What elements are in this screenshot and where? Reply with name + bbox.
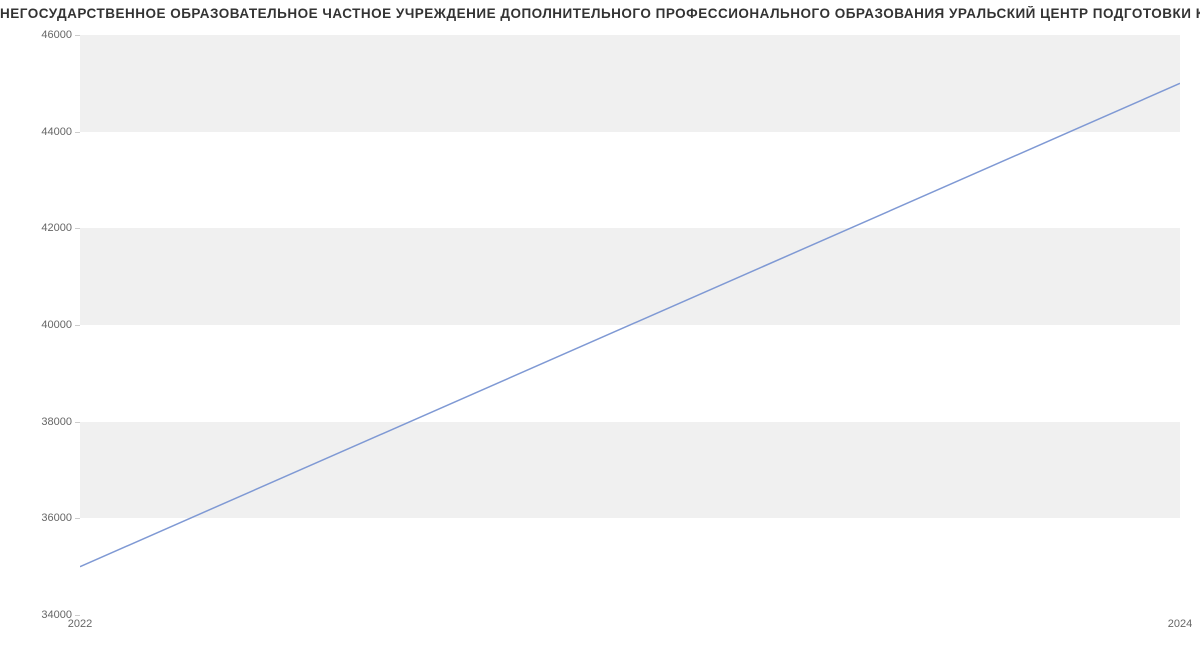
plot-area (80, 35, 1180, 615)
y-tick-mark (75, 422, 80, 423)
grid-band (80, 228, 1180, 325)
y-tick-label: 36000 (12, 512, 72, 524)
x-tick-label: 2022 (68, 618, 92, 630)
y-tick-mark (75, 518, 80, 519)
y-tick-label: 38000 (12, 416, 72, 428)
y-tick-label: 44000 (12, 126, 72, 138)
y-tick-mark (75, 132, 80, 133)
y-tick-label: 40000 (12, 319, 72, 331)
grid-band (80, 422, 1180, 519)
y-tick-mark (75, 325, 80, 326)
y-tick-label: 34000 (12, 609, 72, 621)
y-tick-label: 46000 (12, 29, 72, 41)
x-tick-label: 2024 (1168, 618, 1192, 630)
y-tick-label: 42000 (12, 222, 72, 234)
y-tick-mark (75, 228, 80, 229)
chart-title: НЕГОСУДАРСТВЕННОЕ ОБРАЗОВАТЕЛЬНОЕ ЧАСТНО… (0, 6, 1200, 21)
y-tick-mark (75, 35, 80, 36)
grid-band (80, 35, 1180, 132)
y-tick-mark (75, 615, 80, 616)
